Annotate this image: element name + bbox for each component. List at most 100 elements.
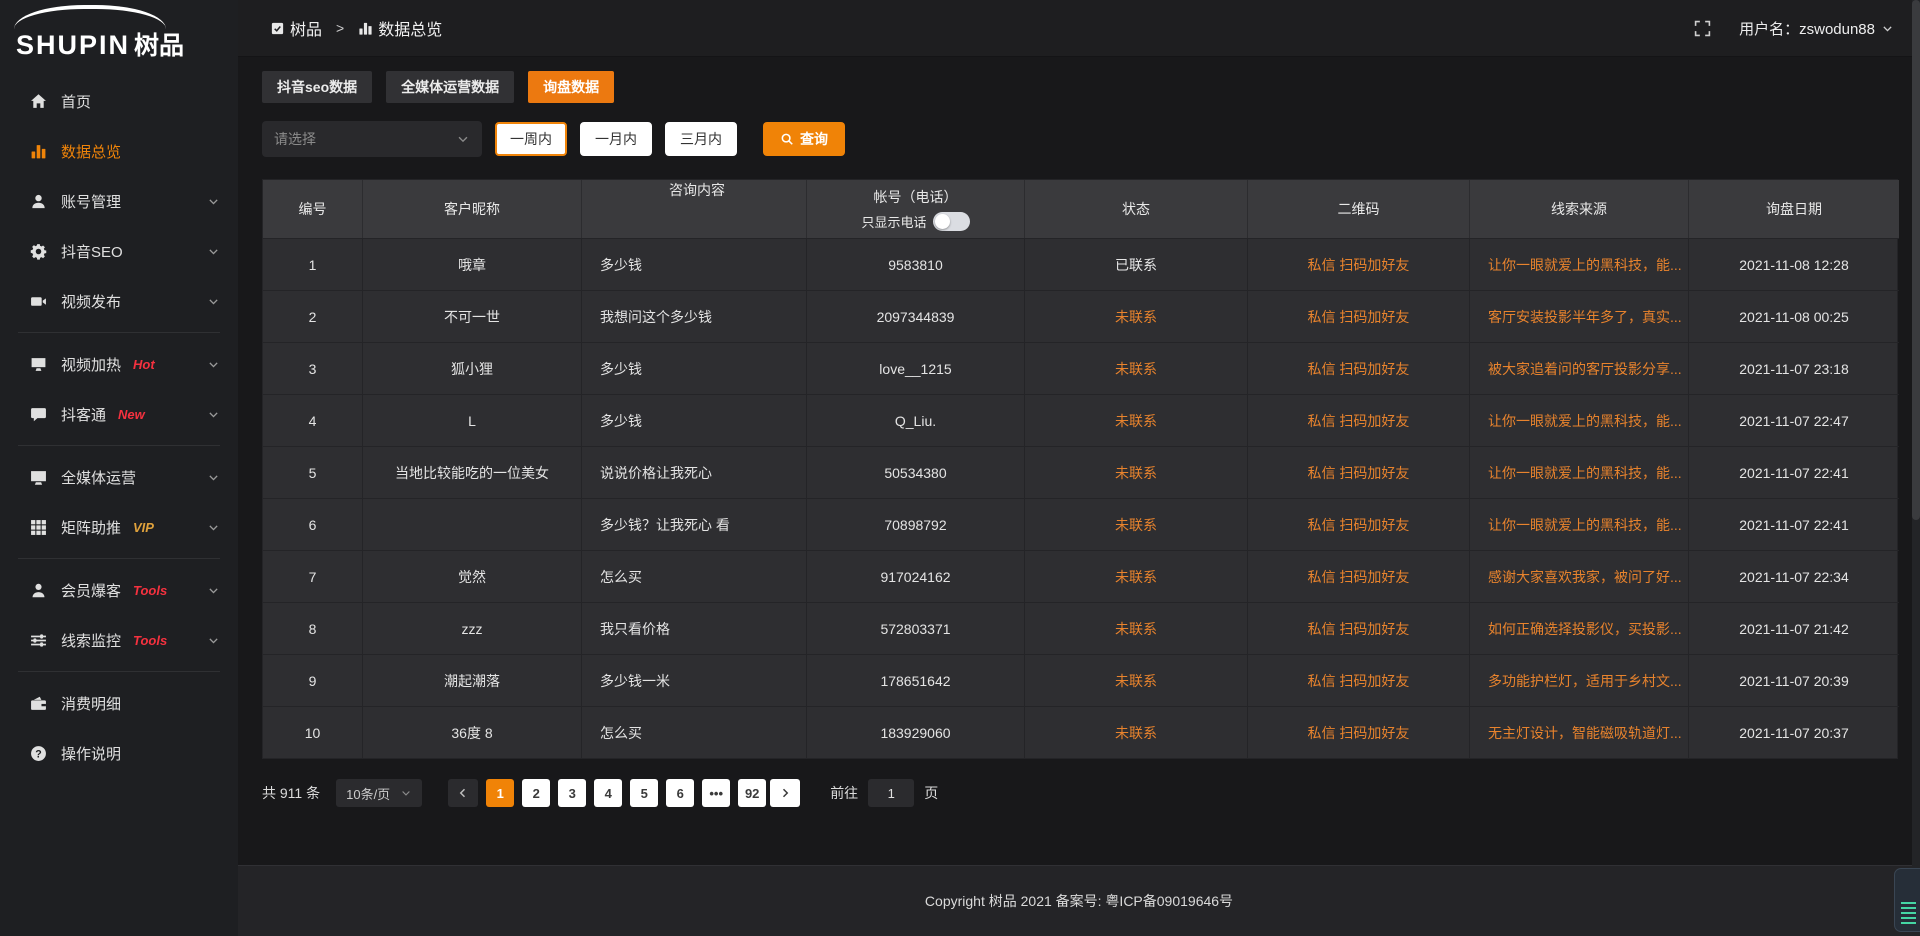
cell-source-link[interactable]: 客厅安装投影半年多了，真实...: [1470, 290, 1689, 342]
sidebar-item[interactable]: 视频发布: [0, 276, 238, 326]
scrollbar[interactable]: [1912, 0, 1920, 936]
cell-qrcode-link[interactable]: 私信 扫码加好友: [1248, 498, 1470, 550]
cell-status: 未联系: [1025, 706, 1248, 758]
sidebar-item-badge: Tools: [133, 583, 167, 598]
chevron-down-icon: [1881, 22, 1894, 35]
jump-label: 前往: [830, 783, 858, 803]
page-button[interactable]: 1: [486, 779, 514, 807]
range-button[interactable]: 三月内: [665, 122, 737, 156]
page-button[interactable]: •••: [702, 779, 730, 807]
cell-source-link[interactable]: 被大家追着问的客厅投影分享...: [1470, 342, 1689, 394]
sidebar-item[interactable]: 全媒体运营: [0, 452, 238, 502]
cell-account: Q_Liu.: [807, 394, 1025, 446]
toggle-knob: [935, 214, 950, 229]
fullscreen-icon[interactable]: [1694, 20, 1711, 37]
cell-date: 2021-11-07 22:34: [1689, 550, 1899, 602]
page-size-select[interactable]: 10条/页: [336, 779, 422, 807]
sidebar-item[interactable]: 首页: [0, 76, 238, 126]
sidebar-item-label: 操作说明: [61, 743, 121, 764]
cell-id: 8: [263, 602, 363, 654]
logo-arc-icon: [14, 5, 166, 29]
cell-id: 2: [263, 290, 363, 342]
sidebar-item[interactable]: 会员爆客 Tools: [0, 565, 238, 615]
range-buttons: 一周内一月内三月内: [482, 122, 737, 156]
page-button[interactable]: 2: [522, 779, 550, 807]
sidebar-item[interactable]: ? 操作说明: [0, 728, 238, 778]
tab[interactable]: 询盘数据: [528, 71, 614, 103]
search-button[interactable]: 查询: [763, 122, 845, 156]
cell-qrcode-link[interactable]: 私信 扫码加好友: [1248, 342, 1470, 394]
cell-content: 说说价格让我死心: [582, 446, 807, 498]
sidebar-item-badge: VIP: [133, 520, 154, 535]
sidebar-item[interactable]: 线索监控 Tools: [0, 615, 238, 665]
phone-only-toggle[interactable]: [933, 212, 970, 231]
sidebar-divider: [18, 445, 220, 446]
cell-source-link[interactable]: 让你一眼就爱上的黑科技，能...: [1470, 498, 1689, 550]
scrollbar-thumb[interactable]: [1912, 0, 1920, 520]
page-jump-input[interactable]: [868, 779, 914, 807]
cell-source-link[interactable]: 让你一眼就爱上的黑科技，能...: [1470, 238, 1689, 290]
col-header-status: 状态: [1025, 180, 1248, 238]
cell-status: 未联系: [1025, 342, 1248, 394]
data-tabs: 抖音seo数据全媒体运营数据询盘数据: [262, 71, 1920, 103]
user-menu[interactable]: 用户名：zswodun88: [1739, 18, 1894, 39]
cell-qrcode-link[interactable]: 私信 扫码加好友: [1248, 446, 1470, 498]
footer: Copyright 树品 2021 备案号: 粤ICP备09019646号: [238, 865, 1920, 936]
cell-qrcode-link[interactable]: 私信 扫码加好友: [1248, 706, 1470, 758]
sidebar-item-badge: Tools: [133, 633, 167, 648]
page-button[interactable]: 4: [594, 779, 622, 807]
page-button[interactable]: 3: [558, 779, 586, 807]
sidebar-item[interactable]: 抖客通 New: [0, 389, 238, 439]
sidebar-item-label: 视频加热: [61, 354, 121, 375]
cell-source-link[interactable]: 如何正确选择投影仪，买投影...: [1470, 602, 1689, 654]
cell-content: 怎么买: [582, 550, 807, 602]
sidebar-item-badge: New: [118, 407, 145, 422]
sidebar-item[interactable]: 账号管理: [0, 176, 238, 226]
sidebar-item[interactable]: 抖音SEO: [0, 226, 238, 276]
sidebar-menu: 首页 数据总览 账号管理 抖音SEO 视频发布: [0, 64, 238, 778]
col-header-content: 咨询内容: [582, 180, 807, 238]
cell-source-link[interactable]: 让你一眼就爱上的黑科技，能...: [1470, 394, 1689, 446]
cell-account: 183929060: [807, 706, 1025, 758]
cell-qrcode-link[interactable]: 私信 扫码加好友: [1248, 394, 1470, 446]
next-page-button[interactable]: [770, 779, 800, 807]
chevron-down-icon: [207, 245, 220, 258]
range-button[interactable]: 一月内: [580, 122, 652, 156]
cell-id: 10: [263, 706, 363, 758]
prev-page-button[interactable]: [448, 779, 478, 807]
cell-id: 1: [263, 238, 363, 290]
page-button[interactable]: 92: [738, 779, 766, 807]
chevron-right-icon: [779, 787, 791, 799]
cell-source-link[interactable]: 多功能护栏灯，适用于乡村文...: [1470, 654, 1689, 706]
cell-qrcode-link[interactable]: 私信 扫码加好友: [1248, 290, 1470, 342]
sidebar-item[interactable]: 矩阵助推 VIP: [0, 502, 238, 552]
cell-source-link[interactable]: 感谢大家喜欢我家，被问了好...: [1470, 550, 1689, 602]
cell-qrcode-link[interactable]: 私信 扫码加好友: [1248, 654, 1470, 706]
page-button[interactable]: 6: [666, 779, 694, 807]
sidebar-item-badge: Hot: [133, 357, 155, 372]
floating-widget[interactable]: [1894, 868, 1920, 932]
breadcrumb-app[interactable]: 树品: [290, 16, 322, 40]
cell-status: 未联系: [1025, 446, 1248, 498]
tab[interactable]: 抖音seo数据: [262, 71, 372, 103]
cell-source-link[interactable]: 让你一眼就爱上的黑科技，能...: [1470, 446, 1689, 498]
chevron-down-icon: [207, 358, 220, 371]
cell-account: 50534380: [807, 446, 1025, 498]
cell-qrcode-link[interactable]: 私信 扫码加好友: [1248, 238, 1470, 290]
sidebar-item[interactable]: 数据总览: [0, 126, 238, 176]
cell-account: 70898792: [807, 498, 1025, 550]
cell-qrcode-link[interactable]: 私信 扫码加好友: [1248, 602, 1470, 654]
cell-id: 3: [263, 342, 363, 394]
range-button[interactable]: 一周内: [495, 122, 567, 156]
search-button-label: 查询: [800, 129, 828, 149]
filter-select[interactable]: 请选择: [262, 121, 482, 157]
sidebar-item[interactable]: 视频加热 Hot: [0, 339, 238, 389]
cell-qrcode-link[interactable]: 私信 扫码加好友: [1248, 550, 1470, 602]
tab[interactable]: 全媒体运营数据: [386, 71, 514, 103]
page-button[interactable]: 5: [630, 779, 658, 807]
cell-status: 未联系: [1025, 394, 1248, 446]
cell-source-link[interactable]: 无主灯设计，智能磁吸轨道灯...: [1470, 706, 1689, 758]
logo[interactable]: SHUPIN树品: [0, 0, 238, 64]
sidebar-item[interactable]: 消费明细: [0, 678, 238, 728]
cell-status: 已联系: [1025, 238, 1248, 290]
